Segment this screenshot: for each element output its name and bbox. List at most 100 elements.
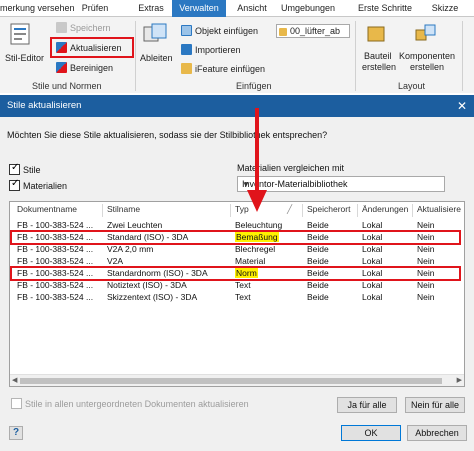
column-divider[interactable] <box>302 204 303 217</box>
make-components-label[interactable]: Komponenten <box>399 51 455 61</box>
cell-text: Lokal <box>362 244 383 254</box>
derive-icon[interactable] <box>142 21 168 47</box>
table-cell-akt: Nein <box>417 244 463 255</box>
table-cell-doc: FB - 100-383-524 ... <box>17 244 107 255</box>
table-cell-aend: Lokal <box>362 280 412 291</box>
table-row[interactable]: FB - 100-383-524 ... V2A 2,0 mm Blechregel… <box>10 244 464 255</box>
dialog-title-bar: Stile aktualisieren ✕ <box>0 95 474 117</box>
table-cell-akt: Nein <box>417 280 463 291</box>
cancel-button[interactable]: Abbrechen <box>407 425 467 441</box>
style-editor-icon[interactable] <box>8 21 34 47</box>
cell-text: FB - 100-383-524 ... <box>17 292 94 302</box>
insert-ifeature-button[interactable]: iFeature einfügen <box>181 63 265 74</box>
scrollbar-thumb[interactable] <box>20 378 442 384</box>
table-cell-aend: Lokal <box>362 292 412 303</box>
cell-text: FB - 100-383-524 ... <box>17 220 94 230</box>
make-components-label-2: erstellen <box>410 62 445 72</box>
annotation-arrow <box>247 108 267 212</box>
horizontal-scrollbar[interactable]: ◀ ▶ <box>10 374 464 386</box>
column-header-stilname[interactable]: Stilname <box>107 204 140 218</box>
scroll-right-icon[interactable]: ▶ <box>457 376 462 384</box>
cell-text: Notiztext (ISO) - 3DA <box>107 280 187 290</box>
subdocuments-checkbox[interactable] <box>11 398 22 409</box>
styles-checkbox-label: Stile <box>23 165 41 175</box>
cell-text: Blechregel <box>235 244 276 254</box>
chevron-down-icon: ▼ <box>242 180 250 189</box>
tab-ansicht[interactable]: Ansicht <box>232 0 272 17</box>
group-divider-2 <box>355 21 356 91</box>
materials-checkbox-label: Materialien <box>23 181 68 191</box>
tab-extras[interactable]: Extras <box>136 0 166 17</box>
materials-checkbox[interactable]: ✓ <box>9 178 20 191</box>
yes-to-all-button[interactable]: Ja für alle <box>337 397 397 413</box>
table-cell-doc: FB - 100-383-524 ... <box>17 292 107 303</box>
ok-button[interactable]: OK <box>341 425 401 441</box>
checkmark-icon: ✓ <box>11 178 20 189</box>
cell-text: Beleuchtung <box>235 220 283 230</box>
file-combo[interactable]: 00_lüfter_ab <box>276 24 350 38</box>
style-editor-label[interactable]: Stil-Editor <box>5 53 44 63</box>
purge-icon <box>56 62 67 73</box>
save-icon <box>56 22 67 33</box>
help-icon[interactable]: ? <box>9 426 23 440</box>
cell-text: V2A 2,0 mm <box>107 244 154 254</box>
make-components-icon[interactable] <box>413 21 439 47</box>
cell-text: Lokal <box>362 292 383 302</box>
purge-styles-button[interactable]: Bereinigen <box>56 62 113 73</box>
column-header-aktualisieren[interactable]: Aktualisiere <box>417 204 461 218</box>
table-row[interactable]: FB - 100-383-524 ... Skizzentext (ISO) - … <box>10 292 464 303</box>
styles-checkbox[interactable]: ✓ <box>9 162 20 175</box>
table-cell-typ: Blechregel <box>235 244 301 255</box>
import-button[interactable]: Importieren <box>181 44 241 55</box>
subdocuments-checkbox-label: Stile in allen untergeordneten Dokumente… <box>25 399 249 409</box>
insert-object-button[interactable]: Objekt einfügen <box>181 25 258 36</box>
make-part-icon[interactable] <box>364 21 390 47</box>
tab-umgebungen[interactable]: Umgebungen <box>280 0 336 17</box>
column-header-dokumentname[interactable]: Dokumentname <box>17 204 77 218</box>
tab-erste-schritte[interactable]: Erste Schritte <box>354 0 416 17</box>
cell-text: Skizzentext (ISO) - 3DA <box>107 292 198 302</box>
cell-text: Zwei Leuchten <box>107 220 163 230</box>
dialog-title: Stile aktualisieren <box>7 100 82 111</box>
table-cell-stil: Notiztext (ISO) - 3DA <box>107 280 231 291</box>
tab-skizze[interactable]: Skizze <box>428 0 462 17</box>
tab-pruefen[interactable]: Prüfen <box>76 0 114 17</box>
close-icon[interactable]: ✕ <box>455 99 469 113</box>
column-divider[interactable] <box>230 204 231 217</box>
column-divider[interactable] <box>357 204 358 217</box>
tab-anmerkung[interactable]: merkung versehen <box>0 0 75 17</box>
group-divider-3 <box>462 21 463 91</box>
make-part-label-2: erstellen <box>362 62 397 72</box>
column-header-speicherort[interactable]: Speicherort <box>307 204 350 218</box>
cell-text: Text <box>235 280 251 290</box>
object-icon <box>181 25 192 36</box>
tab-verwalten[interactable]: Verwalten <box>172 0 226 17</box>
cell-text: Lokal <box>362 256 383 266</box>
derive-label[interactable]: Ableiten <box>140 53 173 63</box>
cell-text: Beide <box>307 220 329 230</box>
column-divider[interactable] <box>102 204 103 217</box>
cell-text: Nein <box>417 244 435 254</box>
no-to-all-button[interactable]: Nein für alle <box>405 397 465 413</box>
save-style-button[interactable]: Speichern <box>56 22 111 33</box>
column-header-aenderungen[interactable]: Änderungen <box>362 204 408 218</box>
scroll-left-icon[interactable]: ◀ <box>12 376 17 384</box>
group-label-insert: Einfügen <box>236 81 272 91</box>
cell-text: Nein <box>417 220 435 230</box>
group-label-layout: Layout <box>398 81 426 91</box>
update-styles-dialog: Stile aktualisieren ✕ Möchten Sie diese … <box>0 95 474 451</box>
cell-text: Beide <box>307 244 329 254</box>
part-icon <box>279 28 287 36</box>
table-cell-aend: Lokal <box>362 244 412 255</box>
table-row[interactable]: FB - 100-383-524 ... Notiztext (ISO) - 3D… <box>10 280 464 291</box>
cell-text: FB - 100-383-524 ... <box>17 280 94 290</box>
table-cell-ort: Beide <box>307 280 357 291</box>
cell-text: FB - 100-383-524 ... <box>17 256 94 266</box>
table-cell-akt: Nein <box>417 292 463 303</box>
import-icon <box>181 44 192 55</box>
cell-text: Beide <box>307 256 329 266</box>
column-divider[interactable] <box>412 204 413 217</box>
cell-text: Lokal <box>362 220 383 230</box>
make-part-label[interactable]: Bauteil <box>364 51 392 61</box>
ifeature-icon <box>181 63 192 74</box>
